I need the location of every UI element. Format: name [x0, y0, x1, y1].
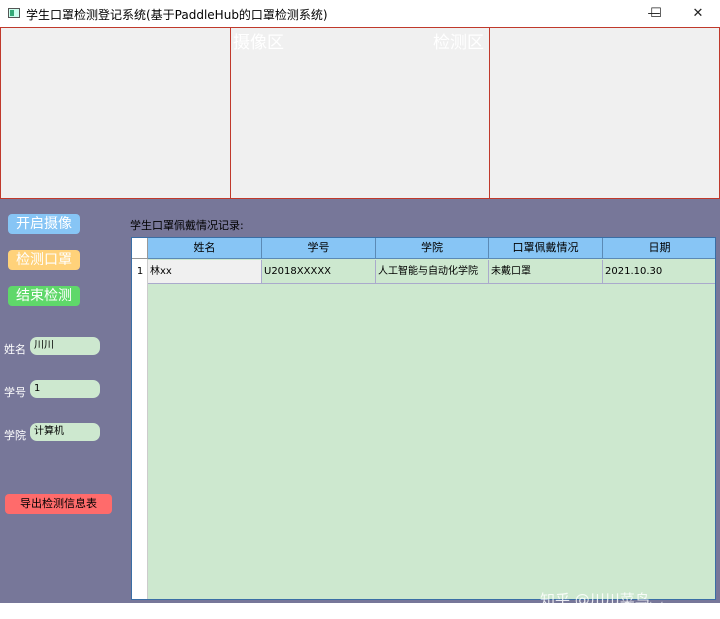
table-cell-college[interactable]: 人工智能与自动化学院: [376, 260, 489, 284]
watermark-csdn: CSDN @川川菜鸟: [555, 602, 670, 618]
name-field[interactable]: 川川: [30, 337, 100, 355]
student-id-field[interactable]: 1: [30, 380, 100, 398]
name-label: 姓名: [4, 343, 26, 356]
app-icon: [8, 8, 20, 18]
camera-panel-left: [0, 27, 231, 199]
window-title: 学生口罩检测登记系统(基于PaddleHub的口罩检测系统): [26, 8, 328, 22]
column-header-college[interactable]: 学院: [376, 238, 489, 259]
college-field[interactable]: 计算机: [30, 423, 100, 441]
table-cell-id[interactable]: U2018XXXXX: [262, 260, 376, 284]
records-table[interactable]: 姓名 学号 学院 口罩佩戴情况 日期 1 林xx U2018XXXXX 人工智能…: [131, 237, 716, 600]
column-header-name[interactable]: 姓名: [148, 238, 262, 259]
student-id-label: 学号: [4, 386, 26, 399]
table-cell-name[interactable]: 林xx: [148, 260, 262, 284]
detect-panel: [489, 27, 720, 199]
table-cell-mask-status[interactable]: 未戴口罩: [489, 260, 603, 284]
client-area: 摄像区 检测区 开启摄像 检测口罩 结束检测 姓名 川川 学号 1 学院 计算机…: [0, 27, 720, 618]
records-title: 学生口罩佩戴情况记录:: [130, 219, 244, 232]
table-corner[interactable]: [132, 238, 148, 259]
table-cell-date[interactable]: 2021.10.30: [603, 260, 715, 284]
close-button[interactable]: ✕: [676, 0, 720, 27]
end-detect-button[interactable]: 结束检测: [8, 286, 80, 306]
row-number[interactable]: 1: [132, 260, 148, 284]
title-bar: 学生口罩检测登记系统(基于PaddleHub的口罩检测系统) — ☐ ✕: [0, 0, 720, 28]
camera-panel: 摄像区 检测区: [230, 27, 490, 199]
column-header-mask-status[interactable]: 口罩佩戴情况: [489, 238, 603, 259]
column-header-id[interactable]: 学号: [262, 238, 376, 259]
camera-area-label: 摄像区: [233, 33, 284, 53]
open-camera-button[interactable]: 开启摄像: [8, 214, 80, 234]
maximize-button[interactable]: ☐: [634, 0, 678, 27]
column-header-date[interactable]: 日期: [603, 238, 715, 259]
export-button[interactable]: 导出检测信息表: [5, 494, 112, 514]
row-header-strip: [132, 259, 148, 599]
detect-area-label: 检测区: [433, 33, 484, 53]
college-label: 学院: [4, 429, 26, 442]
detect-mask-button[interactable]: 检测口罩: [8, 250, 80, 270]
